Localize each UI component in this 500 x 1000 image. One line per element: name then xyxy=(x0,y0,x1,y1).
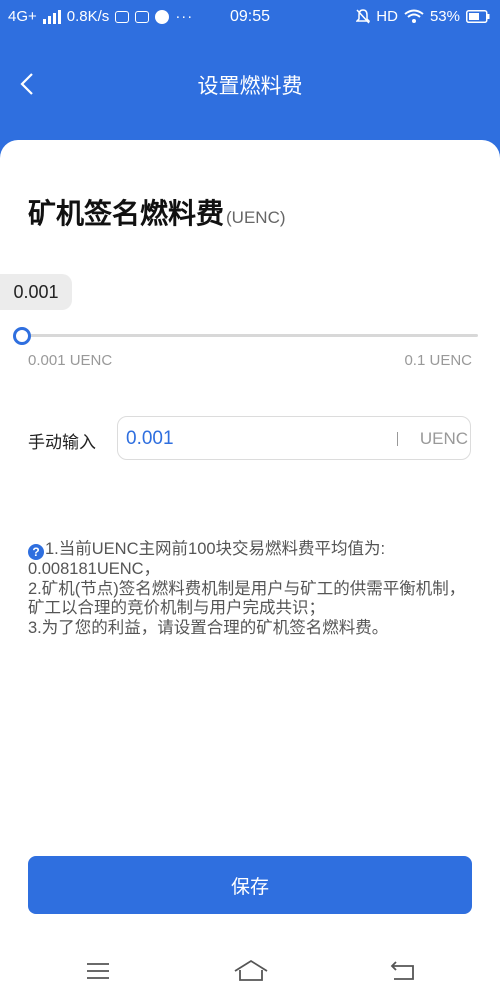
note-line-3: 2.矿机(节点)签名燃料费机制是用户与矿工的供需平衡机制，矿工以合理的竞价机制与… xyxy=(28,579,466,618)
input-divider xyxy=(397,432,398,446)
slider-max-label: 0.1 UENC xyxy=(404,352,472,369)
home-icon xyxy=(234,959,268,981)
menu-button[interactable] xyxy=(84,958,114,984)
fee-slider-track[interactable] xyxy=(22,334,478,337)
menu-icon xyxy=(87,963,109,979)
manual-input-box[interactable]: UENC xyxy=(117,416,471,461)
help-icon[interactable]: ? xyxy=(28,544,44,560)
manual-input-label: 手动输入 xyxy=(28,433,96,452)
battery-icon xyxy=(466,10,490,23)
slider-value-tooltip: 0.001 xyxy=(0,274,72,310)
input-unit: UENC xyxy=(419,429,468,448)
status-bar: 4G+ 0.8K/s ··· 09:55 HD 53% xyxy=(0,0,500,36)
slider-min-label: 0.001 UENC xyxy=(28,352,113,369)
note-line-4: 3.为了您的利益，请设置合理的矿机签名燃料费。 xyxy=(28,618,389,637)
header: 设置燃料费 xyxy=(0,36,500,132)
fee-notes: ? 1.当前UENC主网前100块交易燃料费平均值为: 0.008181UENC，… xyxy=(28,540,476,638)
fee-unit: (UENC) xyxy=(226,208,286,227)
fee-slider-thumb[interactable] xyxy=(13,327,31,345)
mute-icon xyxy=(356,9,371,24)
battery-percent: 53% xyxy=(429,8,460,25)
wifi-icon xyxy=(404,9,424,23)
note-line-2: 0.008181UENC， xyxy=(28,560,161,578)
hd-indicator: HD xyxy=(376,8,398,25)
return-icon xyxy=(390,961,414,980)
return-button[interactable] xyxy=(388,958,418,984)
note-line-1: ? 1.当前UENC主网前100块交易燃料费平均值为: xyxy=(28,540,476,560)
page-title: 设置燃料费 xyxy=(197,75,303,98)
save-button[interactable]: 保存 xyxy=(28,856,472,914)
main-card: 矿机签名燃料费 (UENC) 0.001 0.001 UENC 0.1 UENC … xyxy=(0,140,500,1000)
manual-fee-input[interactable] xyxy=(124,417,388,461)
system-nav-bar xyxy=(0,948,500,1000)
home-button[interactable] xyxy=(233,958,269,984)
fee-title: 矿机签名燃料费 xyxy=(28,198,225,229)
fee-heading: 矿机签名燃料费 (UENC) xyxy=(28,192,286,232)
